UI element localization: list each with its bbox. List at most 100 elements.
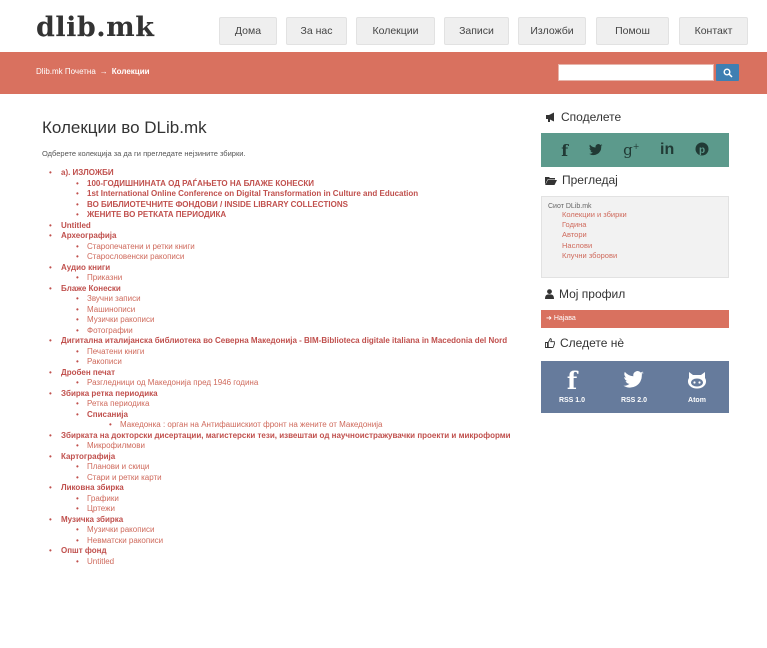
browse-heading: Прегледај (545, 173, 618, 187)
facebook-icon[interactable]: f (561, 141, 568, 160)
subcollection-list: Untitled (61, 557, 522, 568)
subsubcollection-link[interactable]: Македонка : орган на Антифашискиот фронт… (120, 420, 382, 429)
subcollection-link[interactable]: Звучни записи (87, 294, 141, 303)
collection-item: Дробен печатРазгледници од Македонија пр… (42, 368, 522, 389)
collection-link[interactable]: Картографија (61, 452, 115, 461)
subcollection-link[interactable]: Планови и скици (87, 462, 149, 471)
subcollection-link[interactable]: Untitled (87, 557, 114, 566)
login-button[interactable]: ➜ Најава (541, 310, 729, 328)
collection-link[interactable]: Дигитална италијанска библиотека во Севе… (61, 336, 507, 345)
collection-link[interactable]: Археографија (61, 231, 116, 240)
subcollection-link[interactable]: Ретка периодика (87, 399, 149, 408)
subcollection-link[interactable]: Стари и ретки карти (87, 473, 162, 482)
share-links: f g+ in p (541, 133, 729, 167)
subsubcollection-item: Македонка : орган на Антифашискиот фронт… (87, 420, 522, 431)
collection-link[interactable]: Untitled (61, 221, 91, 230)
subcollection-list: Звучни записи МашинописиМузички ракописи Ф… (61, 294, 522, 336)
subcollection-link[interactable]: Разгледници од Македонија пред 1946 годи… (87, 378, 258, 387)
subcollection-link[interactable]: Ракописи (87, 357, 122, 366)
browse-item-titles[interactable]: Наслови (548, 241, 728, 251)
subcollection-link[interactable]: 1st International Online Conference on D… (87, 189, 418, 198)
breadcrumb-current: Колекции (111, 67, 150, 76)
subcollection-link[interactable]: ЖЕНИТЕ ВО РЕТКАТА ПЕРИОДИКА (87, 210, 226, 219)
browse-heading-label: Прегледај (562, 173, 618, 187)
subcollection-link[interactable]: Списанија (87, 410, 128, 419)
collection-link[interactable]: Дробен печат (61, 368, 115, 377)
collection-link[interactable]: a). ИЗЛОЖБИ (61, 168, 114, 177)
pinterest-icon[interactable]: p (695, 141, 709, 160)
collection-link[interactable]: Општ фонд (61, 546, 107, 555)
collection-link[interactable]: Ликовна збирка (61, 483, 124, 492)
browse-item-keywords[interactable]: Клучни зборови (548, 251, 728, 261)
svg-text:p: p (699, 145, 705, 156)
twitter-icon[interactable] (588, 141, 603, 160)
collection-tree: a). ИЗЛОЖБИ 100-ГОДИШНИНАТА ОД РАЃАЊЕТО Н… (42, 168, 522, 567)
collection-item: Дигитална италијанска библиотека во Севе… (42, 336, 522, 368)
collection-item: Блаже КонескиЗвучни записи МашинописиМузи… (42, 284, 522, 337)
profile-heading: Мој профил (545, 287, 625, 301)
subcollection-link[interactable]: Музички ракописи (87, 525, 154, 534)
subcollection-link[interactable]: Музички ракописи (87, 315, 154, 324)
subcollection-link[interactable]: Микрофилмови (87, 441, 145, 450)
browse-item-year[interactable]: Година (548, 220, 728, 230)
feed-rss2[interactable]: RSS 2.0 (614, 366, 654, 404)
breadcrumb-home[interactable]: Dlib.mk Почетна (36, 67, 96, 76)
nav-item-home[interactable]: Дома (219, 17, 277, 45)
browse-item-collections[interactable]: Колекции и збирки (548, 210, 728, 220)
login-icon: ➜ (546, 315, 552, 322)
site-header: dlib.mk Дома За нас Колекции Записи Изло… (0, 0, 767, 52)
main-content: Колекции во DLib.mk Одберете колекција з… (42, 118, 522, 567)
collection-link[interactable]: Аудио книги (61, 263, 110, 272)
collection-link[interactable]: Збирка ретка периодика (61, 389, 158, 398)
feed-rss1[interactable]: f RSS 1.0 (552, 365, 592, 405)
subcollection-link[interactable]: Старопечатени и ретки книги (87, 242, 195, 251)
linkedin-icon[interactable]: in (660, 141, 674, 159)
feed-links: f RSS 1.0 RSS 2.0 Atom (541, 361, 729, 413)
subcollection-link[interactable]: Невматски ракописи (87, 536, 163, 545)
feed-atom[interactable]: Atom (677, 366, 717, 404)
google-plus-icon[interactable]: g+ (623, 141, 639, 159)
subcollection-item: 1st International Online Conference on D… (61, 189, 522, 200)
subcollection-link[interactable]: 100-ГОДИШНИНАТА ОД РАЃАЊЕТО НА БЛАЖЕ КОН… (87, 179, 314, 188)
feed-rss1-label: RSS 1.0 (558, 397, 586, 404)
subcollection-link[interactable]: Машинописи (87, 305, 135, 314)
collection-item: Општ фонд Untitled (42, 546, 522, 567)
subcollection-link[interactable]: ВО БИБЛИОТЕЧНИТЕ ФОНДОВИ / INSIDE LIBRAR… (87, 200, 348, 209)
subcollection-link[interactable]: Цртежи (87, 504, 115, 513)
site-logo[interactable]: dlib.mk (36, 12, 154, 43)
subcollection-item: Музички ракописи (61, 315, 522, 326)
subcollection-list: Микрофилмови (61, 441, 522, 452)
subcollection-item: Разгледници од Македонија пред 1946 годи… (61, 378, 522, 389)
nav-item-help[interactable]: Помош (596, 17, 669, 45)
nav-item-exhibitions[interactable]: Изложби (518, 17, 586, 45)
thumbs-up-icon (545, 338, 555, 348)
collection-link[interactable]: Музичка збирка (61, 515, 123, 524)
subcollection-item: Невматски ракописи (61, 536, 522, 547)
nav-item-records[interactable]: Записи (444, 17, 509, 45)
search-button[interactable] (716, 64, 739, 81)
subcollection-list: Старопечатени и ретки книгиСтарословенск… (61, 242, 522, 263)
browse-item-authors[interactable]: Автори (548, 230, 728, 240)
nav-item-contact[interactable]: Контакт (679, 17, 748, 45)
search-input[interactable] (558, 64, 714, 81)
collection-item: Музичка збиркаМузички ракописи Невматски … (42, 515, 522, 547)
collection-link[interactable]: Блаже Конески (61, 284, 121, 293)
collection-item: Ликовна збирка ГрафикиЦртежи (42, 483, 522, 515)
subcollection-link[interactable]: Фотографии (87, 326, 133, 335)
collection-item: Археографија Старопечатени и ретки книгиС… (42, 231, 522, 263)
nav-item-about[interactable]: За нас (286, 17, 347, 45)
facebook-icon: f (566, 365, 578, 395)
nav-item-collections[interactable]: Колекции (356, 17, 435, 45)
breadcrumb-separator: → (99, 67, 108, 76)
subcollection-link[interactable]: Печатени книги (87, 347, 144, 356)
subcollection-link[interactable]: Графики (87, 494, 119, 503)
collection-link[interactable]: Збирката на докторски дисертации, магист… (61, 431, 511, 440)
collection-item: Аудио книгиПриказни (42, 263, 522, 284)
subcollection-list: Приказни (61, 273, 522, 284)
subcollection-item: СписанијаМакедонка : орган на Антифашиск… (61, 410, 522, 431)
subcollection-item: Печатени книги (61, 347, 522, 358)
collection-item: КартографијаПланови и скици Стари и ретки… (42, 452, 522, 484)
subcollection-link[interactable]: Приказни (87, 273, 122, 282)
subcollection-item: Графики (61, 494, 522, 505)
subcollection-link[interactable]: Старословенски ракописи (87, 252, 184, 261)
